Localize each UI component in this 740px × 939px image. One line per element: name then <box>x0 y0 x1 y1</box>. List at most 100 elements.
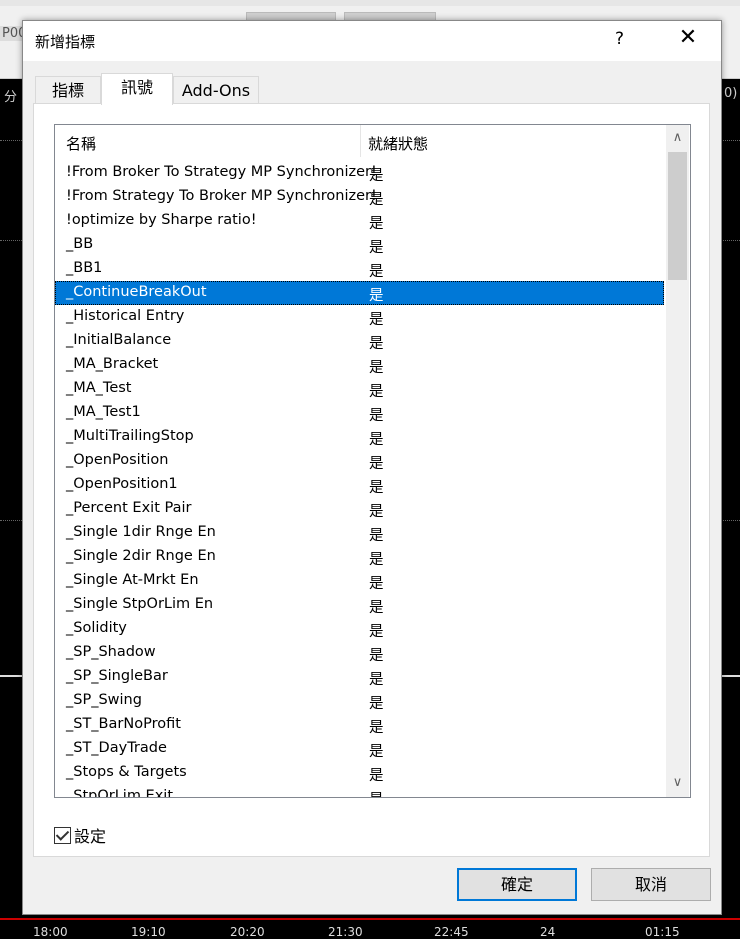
scroll-up-icon[interactable]: ∧ <box>666 130 689 145</box>
row-status: 是 <box>369 576 384 592</box>
row-name: _StpOrLim Exit <box>66 788 174 798</box>
gridline <box>721 140 740 142</box>
list-row[interactable]: _MA_Test 是 <box>55 377 664 401</box>
column-header-name[interactable]: 名稱 <box>66 133 96 154</box>
row-status: 是 <box>369 480 384 496</box>
row-name: _OpenPosition1 <box>66 476 178 492</box>
vertical-scrollbar[interactable]: ∧ ∨ <box>666 125 689 797</box>
list-row[interactable]: _MA_Test1 是 <box>55 401 664 425</box>
tab-add-ons[interactable]: Add-Ons <box>173 76 259 104</box>
list-row[interactable]: _BB1 是 <box>55 257 664 281</box>
list-row[interactable]: _Percent Exit Pair 是 <box>55 497 664 521</box>
list-row[interactable]: _Stops & Targets 是 <box>55 761 664 785</box>
add-indicator-dialog: 新增指標 ? ✕ 指標 訊號 Add-Ons 名稱 就緒狀態 !From Bro… <box>22 20 722 915</box>
row-name: _BB <box>66 236 94 252</box>
dialog-title: 新增指標 <box>35 33 96 51</box>
time-axis <box>0 918 740 920</box>
tab-signals[interactable]: 訊號 <box>101 73 173 105</box>
row-name: _Single StpOrLim En <box>66 596 214 612</box>
toolbar-strip <box>0 0 740 6</box>
row-name: _SP_Swing <box>66 692 142 708</box>
row-status: 是 <box>369 768 384 784</box>
row-status: 是 <box>369 672 384 688</box>
checkbox-checked-icon[interactable] <box>54 827 71 844</box>
row-name: _MA_Test1 <box>66 404 141 420</box>
list-row[interactable]: _OpenPosition1 是 <box>55 473 664 497</box>
time-axis-label: 24 <box>540 925 556 939</box>
column-header-status[interactable]: 就緒狀態 <box>368 133 428 154</box>
list-row[interactable]: _ContinueBreakOut 是 <box>55 281 664 305</box>
row-status: 是 <box>369 288 384 304</box>
settings-checkbox[interactable]: 設定 <box>54 823 106 847</box>
list-row[interactable]: _Historical Entry 是 <box>55 305 664 329</box>
row-status: 是 <box>369 336 384 352</box>
column-divider[interactable] <box>360 125 361 157</box>
list-row[interactable]: _MA_Bracket 是 <box>55 353 664 377</box>
row-name: _BB1 <box>66 260 103 276</box>
list-row[interactable]: _StpOrLim Exit 是 <box>55 785 664 798</box>
row-status: 是 <box>369 456 384 472</box>
tab-panel: 名稱 就緒狀態 !From Broker To Strategy MP Sync… <box>33 103 710 857</box>
list-row[interactable]: _OpenPosition 是 <box>55 449 664 473</box>
list-row[interactable]: _Single StpOrLim En 是 <box>55 593 664 617</box>
list-row[interactable]: _ST_BarNoProfit 是 <box>55 713 664 737</box>
row-name: _MultiTrailingStop <box>66 428 194 444</box>
row-name: !optimize by Sharpe ratio! <box>66 212 257 228</box>
row-status: 是 <box>369 216 384 232</box>
time-axis-label: 19:10 <box>131 925 166 939</box>
cancel-button[interactable]: 取消 <box>591 868 711 901</box>
row-status: 是 <box>369 240 384 256</box>
row-status: 是 <box>369 504 384 520</box>
row-name: _Percent Exit Pair <box>66 500 192 516</box>
list-row[interactable]: _InitialBalance 是 <box>55 329 664 353</box>
row-status: 是 <box>369 648 384 664</box>
list-row[interactable]: !From Strategy To Broker MP Synchronizer… <box>55 185 664 209</box>
time-axis-label: 22:45 <box>434 925 469 939</box>
row-status: 是 <box>369 264 384 280</box>
row-name: _Historical Entry <box>66 308 185 324</box>
row-status: 是 <box>369 432 384 448</box>
row-status: 是 <box>369 168 384 184</box>
list-row[interactable]: !optimize by Sharpe ratio! 是 <box>55 209 664 233</box>
gridline <box>0 520 22 522</box>
chart-label-right: 0) <box>724 86 738 101</box>
row-name: _MA_Test <box>66 380 132 396</box>
row-name: _Stops & Targets <box>66 764 187 780</box>
row-name: _SP_Shadow <box>66 644 156 660</box>
row-status: 是 <box>369 696 384 712</box>
row-name: _OpenPosition <box>66 452 169 468</box>
chart-label-left: 分 <box>4 90 18 105</box>
row-name: _ST_BarNoProfit <box>66 716 181 732</box>
time-axis-label: 21:30 <box>328 925 363 939</box>
list-row[interactable]: _BB 是 <box>55 233 664 257</box>
row-name: !From Strategy To Broker MP Synchronizer… <box>66 188 377 204</box>
row-name: _ContinueBreakOut <box>66 284 207 300</box>
list-row[interactable]: !From Broker To Strategy MP Synchronizer… <box>55 161 664 185</box>
row-status: 是 <box>369 384 384 400</box>
scroll-down-icon[interactable]: ∨ <box>666 775 689 790</box>
ok-button[interactable]: 確定 <box>457 868 577 901</box>
row-name: _Single At-Mrkt En <box>66 572 199 588</box>
list-row[interactable]: _SP_Swing 是 <box>55 689 664 713</box>
list-row[interactable]: _Single 2dir Rnge En 是 <box>55 545 664 569</box>
row-name: _SP_SingleBar <box>66 668 168 684</box>
list-row[interactable]: _SP_Shadow 是 <box>55 641 664 665</box>
list-row[interactable]: _Single 1dir Rnge En 是 <box>55 521 664 545</box>
list-row[interactable]: _Solidity 是 <box>55 617 664 641</box>
list-row[interactable]: _Single At-Mrkt En 是 <box>55 569 664 593</box>
help-button[interactable]: ? <box>615 29 624 49</box>
close-button[interactable]: ✕ <box>673 25 703 50</box>
title-bar: 新增指標 ? ✕ <box>23 21 721 61</box>
row-status: 是 <box>369 192 384 208</box>
scroll-thumb[interactable] <box>668 152 687 280</box>
row-status: 是 <box>369 312 384 328</box>
row-status: 是 <box>369 360 384 376</box>
signal-list[interactable]: 名稱 就緒狀態 !From Broker To Strategy MP Sync… <box>54 124 691 798</box>
list-row[interactable]: _SP_SingleBar 是 <box>55 665 664 689</box>
tab-indicators[interactable]: 指標 <box>35 76 101 104</box>
time-axis-label: 20:20 <box>230 925 265 939</box>
time-axis-label: 01:15 <box>645 925 680 939</box>
list-row[interactable]: _ST_DayTrade 是 <box>55 737 664 761</box>
row-name: _MA_Bracket <box>66 356 159 372</box>
list-row[interactable]: _MultiTrailingStop 是 <box>55 425 664 449</box>
